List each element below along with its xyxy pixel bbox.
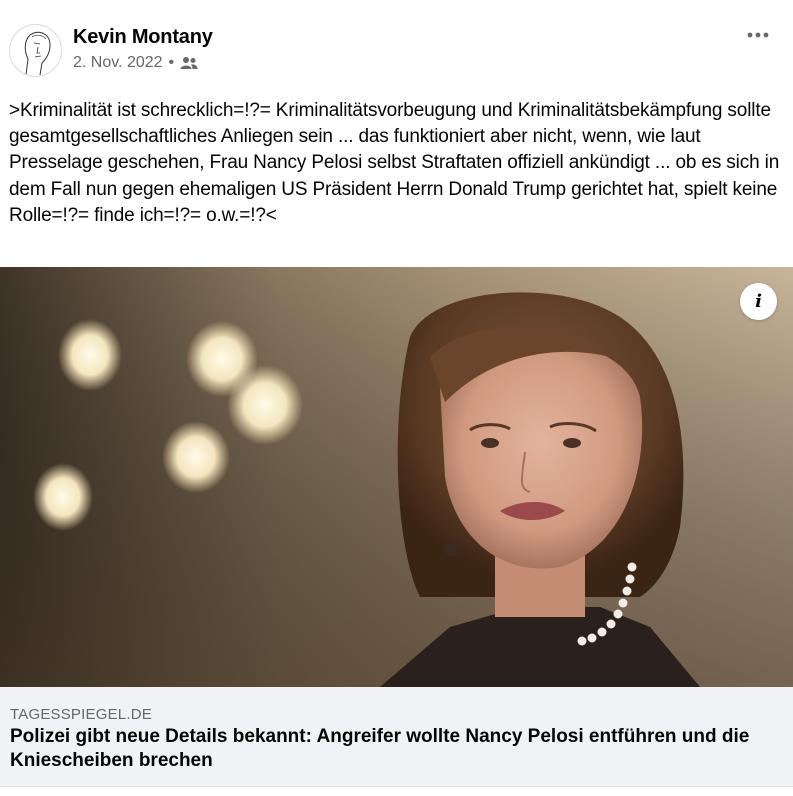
post-text: >Kriminalität ist schrecklich=!?= Krimin… (9, 100, 780, 226)
link-preview-card[interactable]: TAGESSPIEGEL.DE Polizei gibt neue Detail… (0, 267, 793, 787)
post-meta: 2. Nov. 2022 • (73, 54, 198, 72)
meta-separator: • (168, 54, 175, 71)
link-preview-footer[interactable]: TAGESSPIEGEL.DE Polizei gibt neue Detail… (0, 687, 793, 787)
friends-icon (180, 56, 198, 70)
post-header: Kevin Montany 2. Nov. 2022 • (0, 0, 793, 90)
author-avatar[interactable] (9, 24, 62, 77)
info-icon[interactable]: i (740, 283, 777, 320)
more-options-icon[interactable] (743, 22, 773, 48)
post-date[interactable]: 2. Nov. 2022 (73, 54, 163, 72)
link-headline[interactable]: Polizei gibt neue Details bekannt: Angre… (10, 725, 780, 773)
link-preview-image[interactable] (0, 267, 793, 687)
author-name[interactable]: Kevin Montany (73, 26, 213, 49)
link-domain: TAGESSPIEGEL.DE (10, 706, 152, 723)
sketch-portrait-icon (24, 31, 51, 76)
